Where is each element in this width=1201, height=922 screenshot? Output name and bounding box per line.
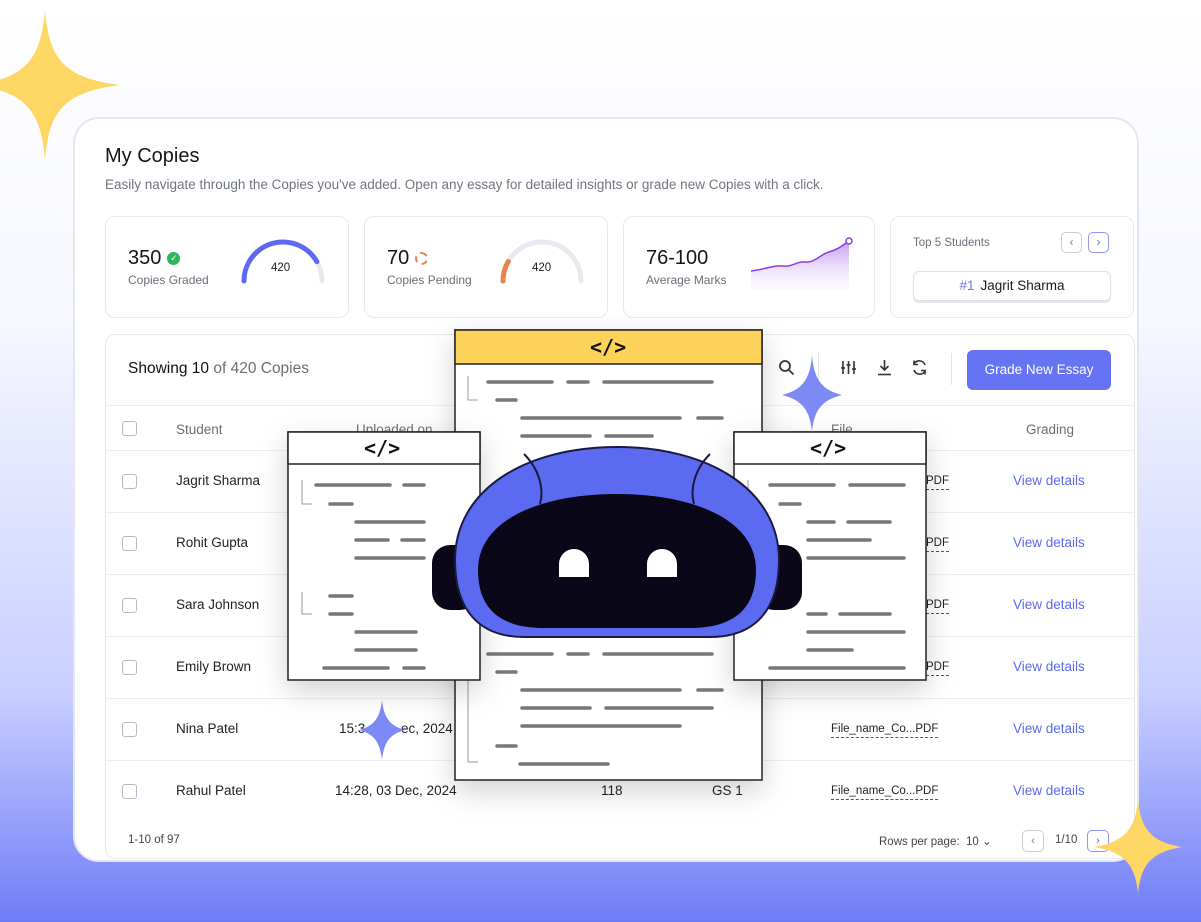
average-value: 76-100	[646, 247, 709, 269]
pending-value: 70	[387, 247, 429, 270]
pending-label: Copies Pending	[387, 273, 472, 287]
toolbar-divider	[951, 353, 952, 385]
select-all-checkbox[interactable]	[122, 421, 137, 436]
column-header[interactable]: File	[831, 422, 853, 437]
student-name: Nina Patel	[176, 721, 239, 736]
student-name: Jagrit Sharma	[176, 473, 261, 488]
chevron-down-icon: ⌄	[981, 836, 992, 848]
top-students-next-button[interactable]: ›	[1088, 232, 1109, 253]
check-icon: ✓	[167, 252, 181, 266]
top-student-pill[interactable]: #1 Jagrit Sharma	[913, 271, 1111, 301]
average-trend-chart	[750, 237, 853, 290]
table-row[interactable]: Rohit Gupta PDF View details	[106, 513, 1134, 575]
view-details-link[interactable]: View details	[1013, 783, 1085, 798]
stat-average-marks: 76-100 Average Marks	[623, 216, 875, 318]
graded-value: 350 ✓	[128, 247, 181, 270]
uploaded-on-end: ec, 2024	[401, 721, 453, 736]
rows-per-page-select[interactable]: Rows per page: 10 ⌄	[879, 834, 992, 848]
column-header[interactable]: Grading	[1026, 422, 1074, 437]
file-link[interactable]: PDF	[926, 475, 949, 490]
table-row[interactable]: Nina Patel 15:3 ec, 2024 File_name_Co...…	[106, 699, 1134, 761]
uploaded-on: 14:28, 03 Dec, 2024	[335, 783, 457, 798]
top-student-rank: #1	[959, 278, 975, 293]
table-row[interactable]: Emily Brown PDF View details	[106, 637, 1134, 699]
table-row[interactable]: Rahul Patel 14:28, 03 Dec, 2024 118 GS 1…	[106, 761, 1134, 823]
download-icon[interactable]	[876, 359, 893, 381]
copies-table: Showing 10 of 420 Copies Grade New Essay…	[105, 334, 1135, 859]
graded-label: Copies Graded	[128, 273, 209, 287]
page-title: My Copies	[105, 145, 200, 167]
row-checkbox[interactable]	[122, 660, 137, 675]
code-tag-center: </>	[590, 335, 627, 359]
view-details-link[interactable]: View details	[1013, 721, 1085, 736]
top-students-title: Top 5 Students	[913, 237, 990, 249]
file-link[interactable]: PDF	[926, 599, 949, 614]
top-students-card: Top 5 Students ‹ › #1 Jagrit Sharma	[890, 216, 1134, 318]
pending-gauge-total: 420	[532, 262, 552, 274]
student-name: Emily Brown	[176, 659, 252, 674]
view-details-link[interactable]: View details	[1013, 535, 1085, 550]
toolbar-divider	[818, 353, 819, 385]
table-header: Student Uploaded on File Grading	[106, 405, 1134, 451]
code-tag-left: </>	[364, 436, 401, 460]
pagination: 1-10 of 97 Rows per page: 10 ⌄ ‹ 1/10 ›	[106, 820, 1134, 860]
grade-new-essay-button[interactable]: Grade New Essay	[967, 350, 1111, 390]
view-details-link[interactable]: View details	[1013, 473, 1085, 488]
pending-icon	[415, 252, 429, 266]
top-student-name: Jagrit Sharma	[980, 278, 1065, 293]
student-name: Rahul Patel	[176, 783, 246, 798]
table-row[interactable]: Jagrit Sharma PDF View details	[106, 451, 1134, 513]
filter-sliders-icon[interactable]	[840, 359, 857, 381]
my-copies-card: My Copies Easily navigate through the Co…	[73, 117, 1139, 862]
row-checkbox[interactable]	[122, 722, 137, 737]
uploaded-on-start: 15:3	[339, 721, 366, 736]
row-checkbox[interactable]	[122, 784, 137, 799]
view-details-link[interactable]: View details	[1013, 659, 1085, 674]
code-tag-right: </>	[810, 436, 847, 460]
search-icon[interactable]	[778, 359, 795, 381]
paper-value: GS 1	[712, 783, 743, 798]
view-details-link[interactable]: View details	[1013, 597, 1085, 612]
file-link[interactable]: File_name_Co...PDF	[831, 723, 939, 738]
refresh-icon[interactable]	[911, 359, 928, 381]
top-students-prev-button[interactable]: ‹	[1061, 232, 1082, 253]
column-header[interactable]: Student	[176, 422, 223, 437]
row-checkbox[interactable]	[122, 598, 137, 613]
showing-summary: Showing 10 of 420 Copies	[128, 360, 309, 377]
average-label: Average Marks	[646, 273, 727, 287]
file-link[interactable]: File_name_Co...PDF	[831, 785, 939, 800]
page-indicator: 1/10	[1055, 834, 1078, 846]
student-name: Sara Johnson	[176, 597, 260, 612]
file-link[interactable]: PDF	[926, 537, 949, 552]
graded-gauge-total: 420	[271, 262, 291, 274]
file-link[interactable]: PDF	[926, 661, 949, 676]
row-checkbox[interactable]	[122, 536, 137, 551]
prev-page-button[interactable]: ‹	[1022, 830, 1044, 852]
stat-copies-pending: 70 Copies Pending 420	[364, 216, 608, 318]
table-row[interactable]: Sara Johnson PDF View details	[106, 575, 1134, 637]
student-name: Rohit Gupta	[176, 535, 249, 550]
row-checkbox[interactable]	[122, 474, 137, 489]
page-subtitle: Easily navigate through the Copies you'v…	[105, 177, 824, 192]
stat-copies-graded: 350 ✓ Copies Graded 420	[105, 216, 349, 318]
column-header[interactable]: Uploaded on	[356, 422, 433, 437]
marks-value: 118	[601, 783, 623, 798]
next-page-button[interactable]: ›	[1087, 830, 1109, 852]
pagination-range: 1-10 of 97	[128, 834, 180, 846]
